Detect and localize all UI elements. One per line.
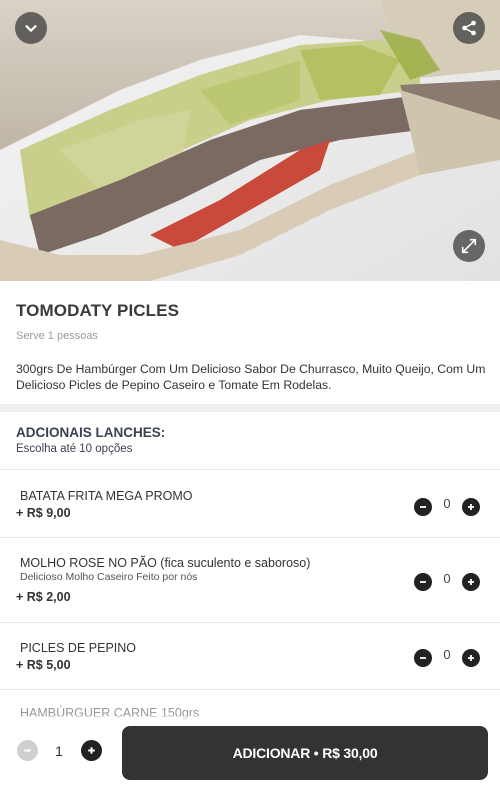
decrement-button[interactable] [414, 649, 432, 667]
addon-name: PICLES DE PEPINO [20, 641, 137, 655]
product-description: 300grs De Hambúrger Com Um Delicioso Sab… [16, 362, 486, 392]
addon-item: PICLES DE PEPINO + R$ 5,00 0 [0, 623, 500, 690]
quantity-increment-button[interactable] [81, 740, 102, 761]
plus-icon [468, 655, 474, 661]
addon-stepper: 0 [414, 496, 480, 516]
addon-price: + R$ 9,00 [16, 506, 71, 520]
serves-label: Serve 1 pessoas [16, 330, 98, 342]
addon-quantity: 0 [443, 571, 451, 586]
addons-title: ADCIONAIS LANCHES: [16, 425, 166, 440]
addon-stepper: 0 [414, 571, 480, 591]
addon-price: + R$ 5,00 [16, 658, 71, 672]
addon-item: BATATA FRITA MEGA PROMO + R$ 9,00 0 [0, 471, 500, 538]
addon-quantity: 0 [443, 496, 451, 511]
addon-stepper: 0 [414, 647, 480, 667]
addons-subtitle: Escolha até 10 opções [16, 443, 133, 455]
minus-icon [420, 506, 426, 508]
decrement-button[interactable] [414, 573, 432, 591]
back-button[interactable] [15, 12, 47, 44]
section-divider [0, 404, 500, 412]
expand-image-button[interactable] [453, 230, 485, 262]
quantity-decrement-button[interactable] [17, 740, 38, 761]
addon-name: MOLHO ROSE NO PÃO (fica suculento e sabo… [20, 556, 311, 570]
addon-note: Delicioso Molho Caseiro Feito por nós [20, 571, 198, 583]
addon-price: + R$ 2,00 [16, 590, 71, 604]
decrement-button[interactable] [414, 498, 432, 516]
addons-header: ADCIONAIS LANCHES: Escolha até 10 opções [0, 412, 500, 470]
minus-icon [420, 581, 426, 583]
increment-button[interactable] [462, 573, 480, 591]
addon-name: BATATA FRITA MEGA PROMO [20, 489, 193, 503]
plus-icon [468, 579, 474, 585]
product-title: TOMODATY PICLES [16, 301, 180, 320]
plus-icon [88, 747, 95, 754]
chevron-down-icon [25, 25, 37, 32]
share-icon [462, 20, 476, 36]
plus-icon [468, 504, 474, 510]
quantity-value: 1 [55, 743, 63, 759]
expand-icon [461, 238, 477, 254]
share-button[interactable] [453, 12, 485, 44]
sandwich-image [0, 0, 500, 281]
add-to-cart-button[interactable]: ADICIONAR • R$ 30,00 [122, 726, 488, 780]
increment-button[interactable] [462, 649, 480, 667]
minus-icon [24, 749, 31, 752]
product-photo [0, 0, 500, 281]
increment-button[interactable] [462, 498, 480, 516]
addon-item: MOLHO ROSE NO PÃO (fica suculento e sabo… [0, 538, 500, 623]
addon-quantity: 0 [443, 647, 451, 662]
product-info: TOMODATY PICLES Serve 1 pessoas 300grs D… [0, 281, 500, 404]
minus-icon [420, 657, 426, 659]
order-footer: 1 ADICIONAR • R$ 30,00 [0, 716, 500, 786]
